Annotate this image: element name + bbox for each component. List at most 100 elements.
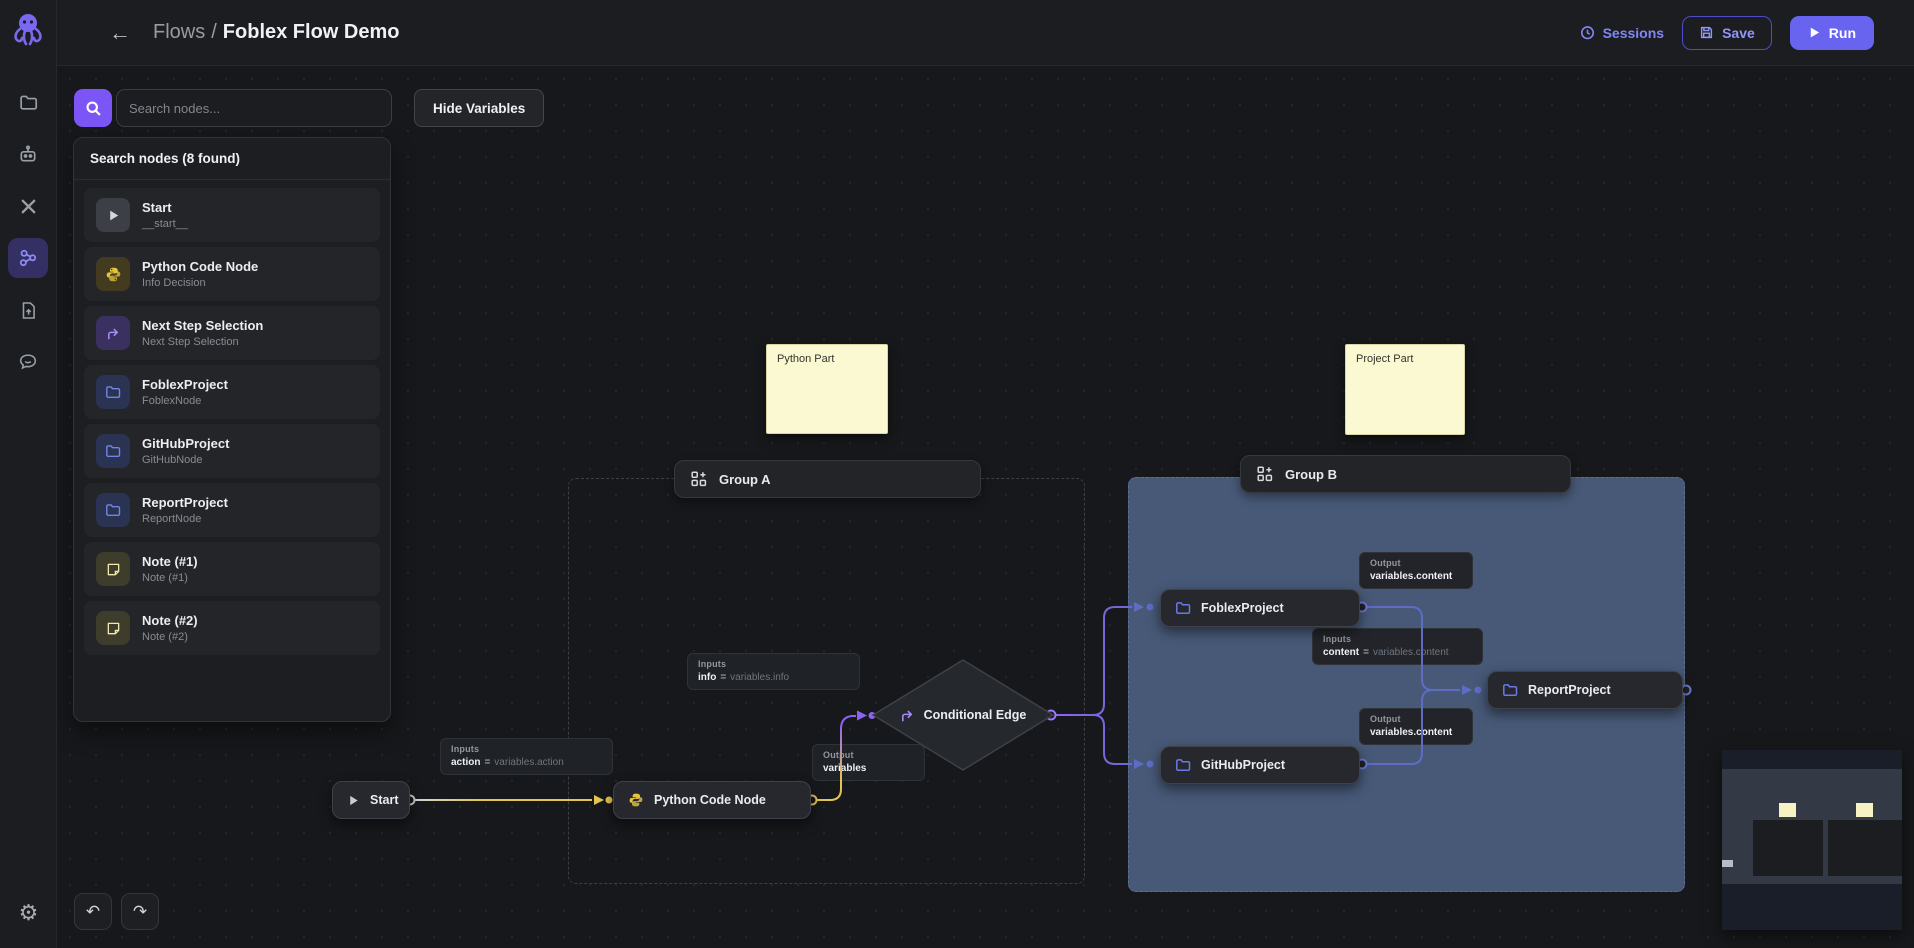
- note-icon: [96, 611, 130, 645]
- io-header: Inputs: [698, 659, 727, 669]
- save-button[interactable]: Save: [1682, 15, 1772, 50]
- file-upload-icon: [19, 301, 38, 320]
- search-result-note-1[interactable]: Note (#1) Note (#1): [84, 542, 380, 596]
- hide-variables-button[interactable]: Hide Variables: [414, 89, 545, 127]
- node-label: ReportProject: [1528, 683, 1611, 697]
- node-python-code[interactable]: Python Code Node: [613, 781, 811, 819]
- result-subtitle: __start__: [142, 218, 188, 231]
- folder-icon: [19, 93, 38, 112]
- run-button[interactable]: Run: [1789, 15, 1874, 50]
- sessions-label: Sessions: [1602, 24, 1665, 41]
- search-result-githubproject[interactable]: GitHubProject GitHubNode: [84, 424, 380, 478]
- folder-icon: [1175, 757, 1191, 773]
- node-start[interactable]: Start: [332, 781, 410, 819]
- io-key: content: [1323, 647, 1360, 658]
- search-results-panel: Search nodes (8 found) Start __start__ Py…: [73, 137, 391, 722]
- io-key: variables.content: [1370, 727, 1453, 738]
- minimap-group-a: [1753, 820, 1823, 876]
- group-a-header[interactable]: Group A: [674, 460, 981, 498]
- save-label: Save: [1722, 24, 1755, 41]
- sidebar-item-tools[interactable]: [8, 186, 48, 226]
- io-header: Output: [1370, 558, 1401, 568]
- search-result-foblexproject[interactable]: FoblexProject FoblexNode: [84, 365, 380, 419]
- python-icon: [96, 257, 130, 291]
- nav-rail: ⚙: [0, 0, 57, 948]
- result-subtitle: Note (#1): [142, 572, 188, 585]
- sessions-button[interactable]: Sessions: [1579, 24, 1664, 41]
- io-value: variables.action: [494, 757, 564, 768]
- node-conditional-edge[interactable]: Conditional Edge: [868, 655, 1058, 775]
- search-result-reportproject[interactable]: ReportProject ReportNode: [84, 483, 380, 537]
- flow-nodes-icon: [18, 248, 38, 268]
- note-text: Project Part: [1356, 353, 1414, 365]
- undo-button[interactable]: ↶: [74, 893, 112, 930]
- group-icon: [691, 471, 707, 487]
- result-subtitle: Info Decision: [142, 277, 206, 290]
- history-clock-icon: [1579, 24, 1596, 41]
- io-panel-inputs-info: Inputs info = variables.info: [687, 653, 860, 690]
- node-label: GitHubProject: [1201, 758, 1286, 772]
- search-result-start[interactable]: Start __start__: [84, 188, 380, 242]
- node-githubproject[interactable]: GitHubProject: [1160, 746, 1360, 784]
- sidebar-item-agents[interactable]: [8, 134, 48, 174]
- io-key: variables: [823, 763, 867, 774]
- search-result-note-2[interactable]: Note (#2) Note (#2): [84, 601, 380, 655]
- note-icon: [96, 552, 130, 586]
- play-icon: [347, 794, 360, 807]
- io-value: variables.content: [1372, 647, 1449, 658]
- node-label: FoblexProject: [1201, 601, 1284, 615]
- sidebar-item-files[interactable]: [8, 290, 48, 330]
- sidebar-item-flows[interactable]: [8, 238, 48, 278]
- app-logo-octopus-icon: [10, 10, 46, 50]
- group-b-header[interactable]: Group B: [1240, 455, 1571, 493]
- io-eq: =: [484, 757, 491, 768]
- result-subtitle: Next Step Selection: [142, 336, 239, 349]
- chat-icon: [18, 352, 38, 372]
- result-subtitle: Note (#2): [142, 631, 188, 644]
- folder-icon: [1502, 682, 1518, 698]
- top-bar: ← Flows /Foblex Flow Demo Sessions Save: [57, 0, 1914, 66]
- settings-gear-icon[interactable]: ⚙: [0, 900, 57, 926]
- result-title: Python Code Node: [142, 258, 259, 274]
- note-text: Python Part: [777, 353, 835, 365]
- redo-button[interactable]: ↷: [121, 893, 159, 930]
- breadcrumb-section[interactable]: Flows: [153, 21, 205, 43]
- io-header: Inputs: [451, 744, 480, 754]
- result-subtitle: ReportNode: [142, 513, 202, 526]
- minimap[interactable]: [1722, 750, 1902, 930]
- minimap-note: [1856, 803, 1873, 817]
- result-subtitle: GitHubNode: [142, 454, 203, 467]
- search-result-next-step-selection[interactable]: Next Step Selection Next Step Selection: [84, 306, 380, 360]
- sidebar-item-chat[interactable]: [8, 342, 48, 382]
- io-key: info: [698, 672, 717, 683]
- io-key: variables.content: [1370, 571, 1453, 582]
- back-button[interactable]: ←: [109, 20, 131, 46]
- io-panel-inputs-action: Inputs action = variables.action: [440, 738, 613, 775]
- undo-icon: ↶: [85, 901, 101, 921]
- search-icon: [85, 100, 102, 117]
- minimap-group-b: [1828, 820, 1902, 876]
- sticky-note-project-part[interactable]: Project Part: [1345, 344, 1465, 435]
- search-result-python-code-node[interactable]: Python Code Node Info Decision: [84, 247, 380, 301]
- minimap-note: [1779, 803, 1796, 817]
- node-label: Start: [370, 793, 399, 807]
- run-play-icon: [1808, 26, 1821, 39]
- io-header: Output: [1370, 714, 1401, 724]
- run-label: Run: [1828, 24, 1856, 41]
- sticky-note-python-part[interactable]: Python Part: [766, 344, 888, 434]
- node-reportproject[interactable]: ReportProject: [1487, 671, 1683, 709]
- node-foblexproject[interactable]: FoblexProject: [1160, 589, 1360, 627]
- group-label: Group B: [1285, 466, 1337, 482]
- sidebar-item-folders[interactable]: [8, 82, 48, 122]
- search-button[interactable]: [74, 89, 112, 127]
- io-panel-output-variables-content-top: Output variables.content: [1359, 552, 1473, 589]
- save-floppy-icon: [1699, 25, 1714, 40]
- folder-icon: [96, 493, 130, 527]
- breadcrumb: Flows / Foblex Flow Demo: [153, 21, 399, 44]
- python-icon: [628, 792, 644, 808]
- branch-icon: [900, 708, 915, 723]
- breadcrumb-separator: /: [211, 21, 217, 43]
- folder-icon: [1175, 600, 1191, 616]
- search-input[interactable]: [116, 89, 392, 127]
- robot-icon: [18, 144, 38, 164]
